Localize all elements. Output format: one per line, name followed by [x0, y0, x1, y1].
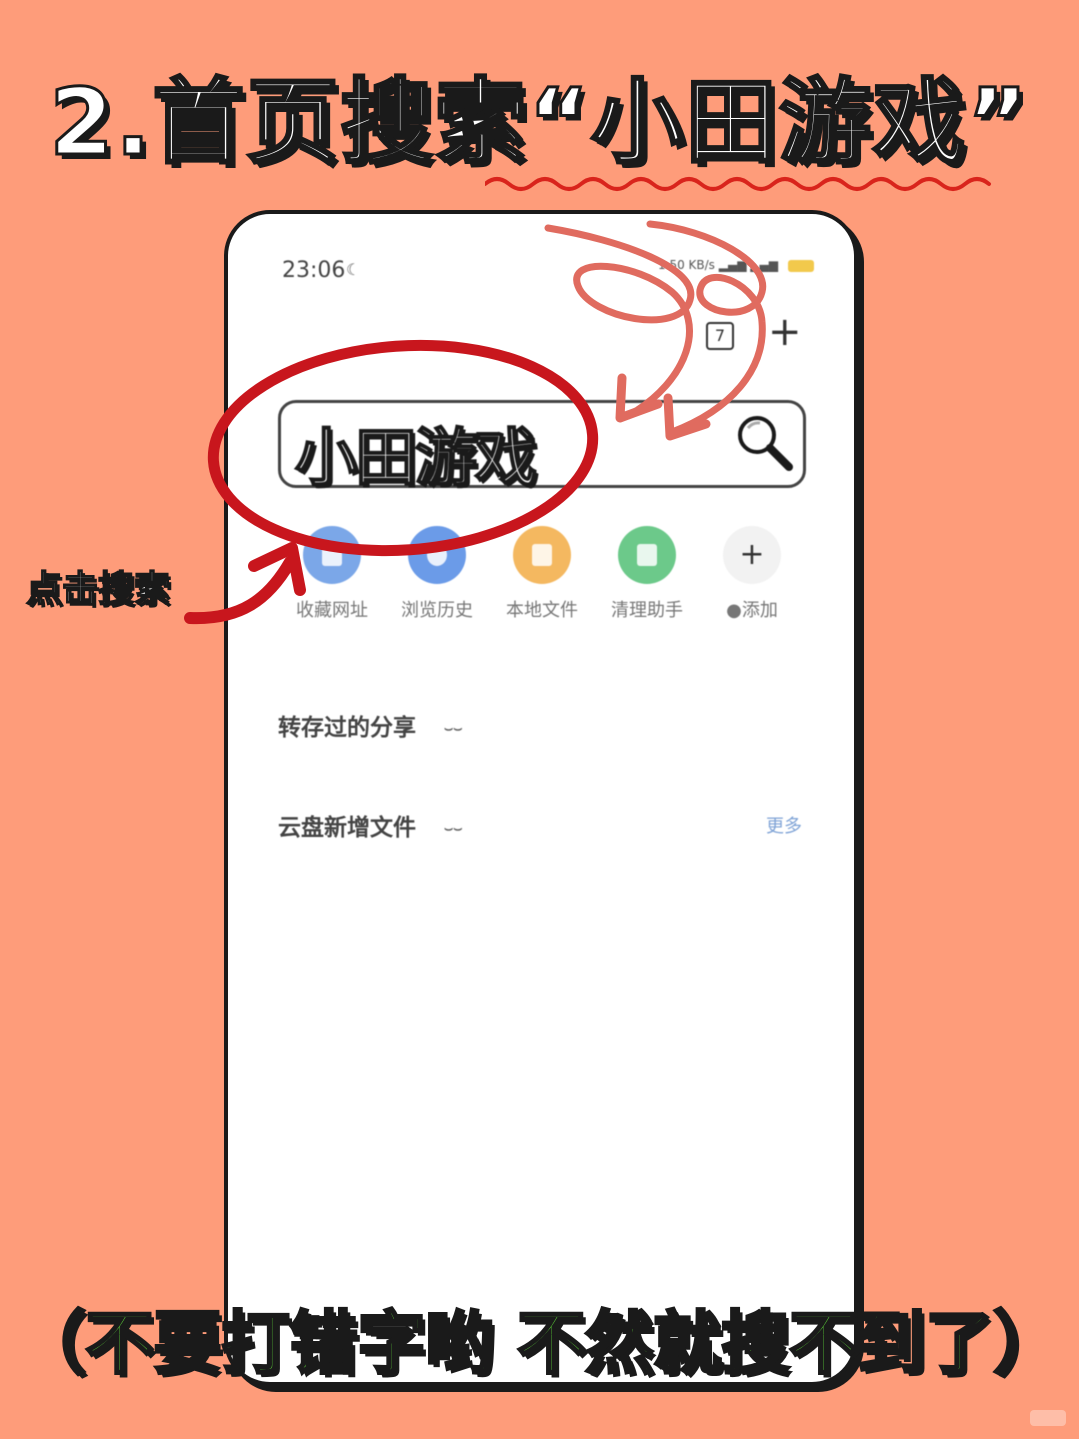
watermark: [1030, 1410, 1066, 1426]
tap-search-annotation: 点击搜索: [25, 568, 171, 611]
pointer-arrow: [184, 556, 296, 625]
highlight-circle: [207, 339, 599, 557]
typo-warning-note: （不要打错字哟 不然就搜不到了）: [16, 1304, 1063, 1386]
annotation-overlay: [184, 220, 767, 625]
